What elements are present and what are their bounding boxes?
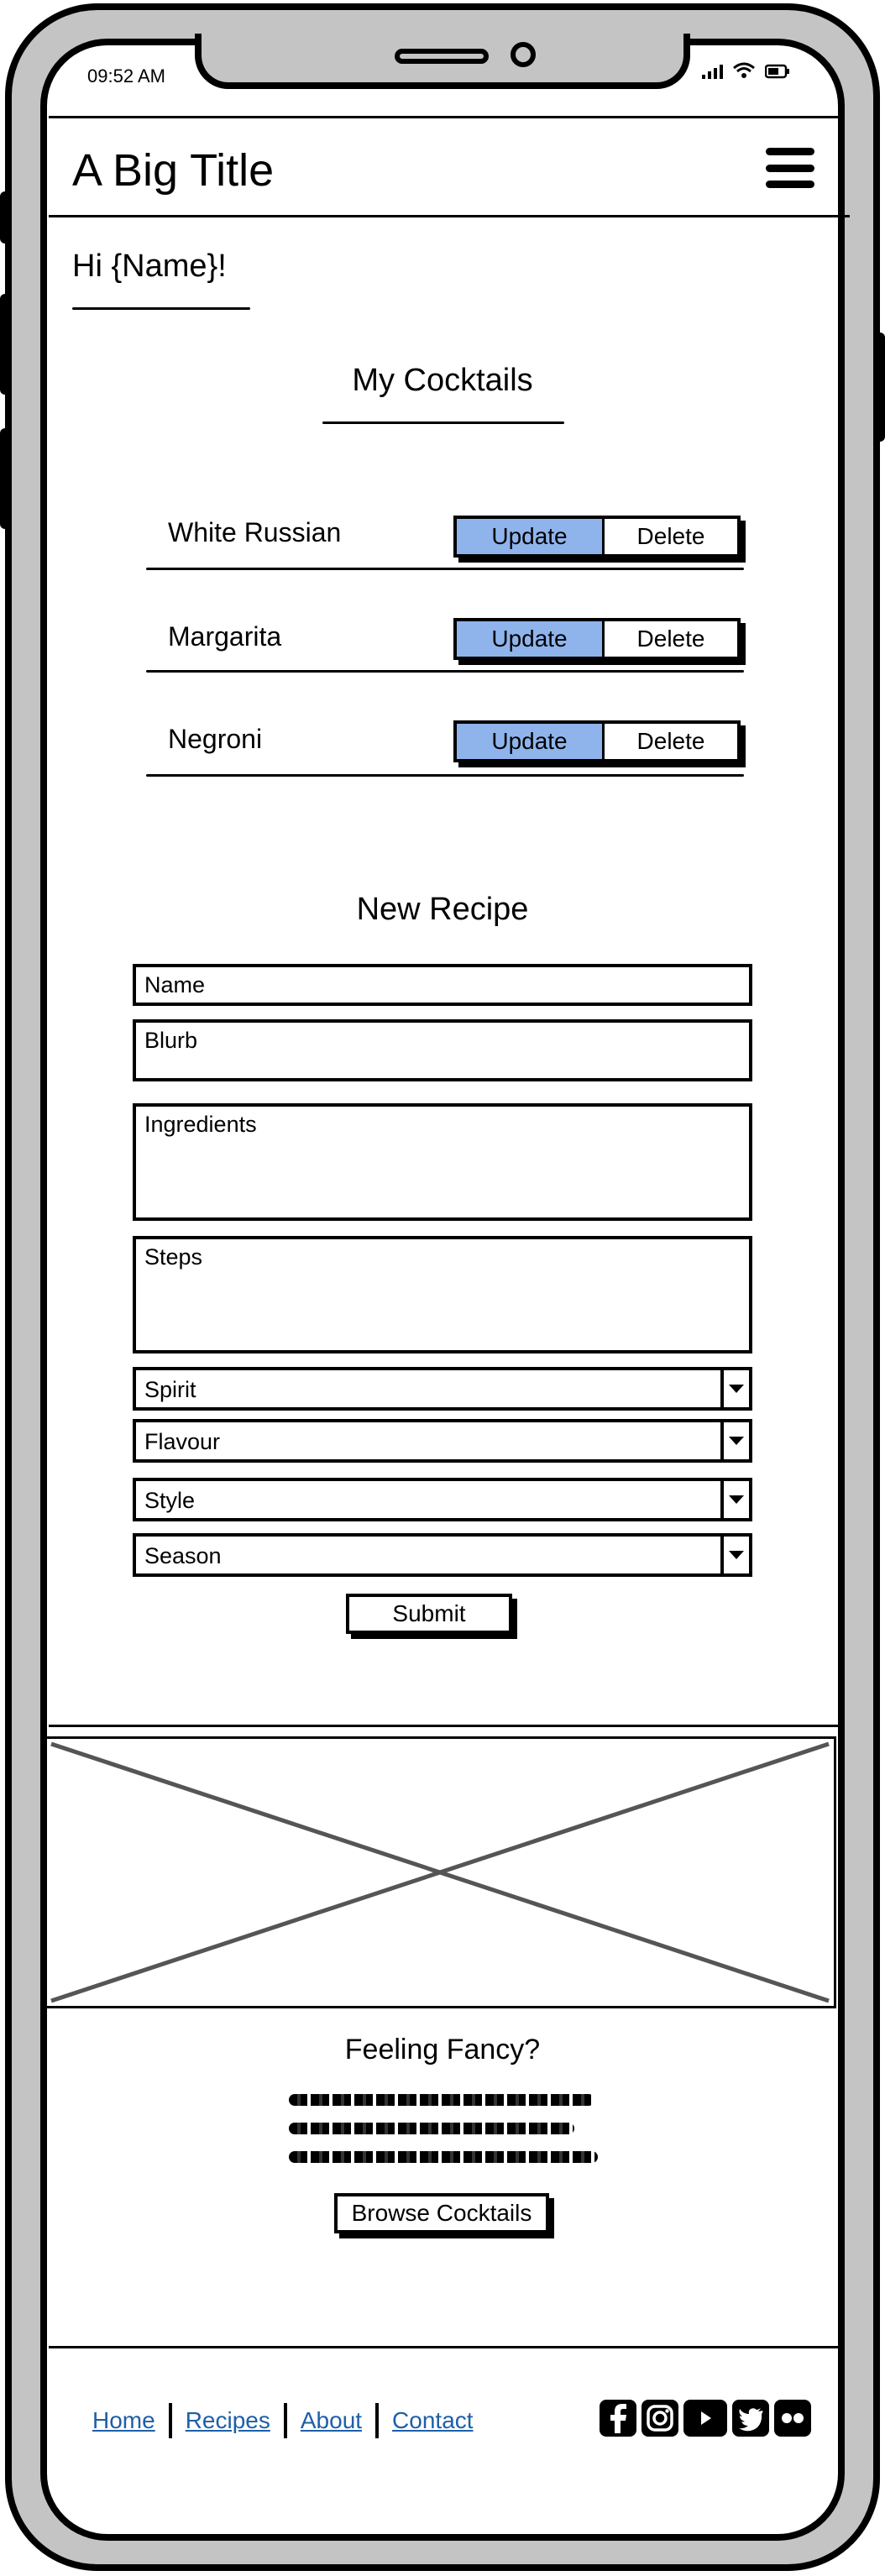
cocktail-name: Margarita bbox=[168, 621, 282, 652]
instagram-icon[interactable] bbox=[641, 2400, 678, 2437]
steps-textarea[interactable]: Steps bbox=[133, 1236, 752, 1353]
menu-icon[interactable] bbox=[766, 148, 814, 188]
facebook-icon[interactable] bbox=[600, 2400, 636, 2437]
battery-icon bbox=[765, 64, 789, 79]
style-select[interactable]: Style bbox=[133, 1478, 752, 1521]
side-button-volume-up bbox=[0, 191, 10, 243]
footer-separator bbox=[168, 2403, 172, 2438]
cocktail-actions: Update Delete bbox=[453, 516, 741, 558]
image-placeholder-cross bbox=[50, 1741, 830, 2003]
cocktail-name: Negroni bbox=[168, 724, 263, 754]
delete-button[interactable]: Delete bbox=[605, 621, 737, 657]
my-cocktails-heading: My Cocktails bbox=[352, 363, 533, 398]
row-divider bbox=[146, 568, 744, 570]
image-placeholder bbox=[44, 1736, 836, 2008]
footer-separator bbox=[375, 2403, 380, 2438]
update-button[interactable]: Update bbox=[457, 621, 605, 657]
flavour-select-value: Flavour bbox=[144, 1429, 221, 1454]
chevron-down-icon[interactable] bbox=[720, 1422, 749, 1459]
season-select-value: Season bbox=[144, 1543, 222, 1568]
browse-cocktails-button[interactable]: Browse Cocktails bbox=[334, 2193, 549, 2233]
placeholder-text-line bbox=[289, 2151, 598, 2163]
wifi-icon bbox=[733, 62, 755, 78]
header-top-border bbox=[49, 116, 838, 118]
season-select[interactable]: Season bbox=[133, 1533, 752, 1577]
new-recipe-heading: New Recipe bbox=[356, 892, 529, 927]
update-button[interactable]: Update bbox=[457, 519, 605, 554]
greeting-underline bbox=[72, 307, 250, 310]
greeting-text: Hi {Name}! bbox=[72, 249, 227, 284]
update-button[interactable]: Update bbox=[457, 724, 605, 759]
delete-button[interactable]: Delete bbox=[605, 724, 737, 759]
twitter-icon[interactable] bbox=[732, 2400, 769, 2437]
style-select-value: Style bbox=[144, 1488, 196, 1513]
footer-link-contact[interactable]: Contact bbox=[392, 2407, 474, 2434]
placeholder-text-line bbox=[289, 2094, 594, 2106]
phone-speaker bbox=[395, 49, 489, 64]
chevron-down-icon[interactable] bbox=[720, 1370, 749, 1407]
footer-link-about[interactable]: About bbox=[301, 2407, 362, 2434]
chevron-down-icon[interactable] bbox=[720, 1481, 749, 1518]
row-divider bbox=[146, 774, 744, 777]
flavour-select[interactable]: Flavour bbox=[133, 1419, 752, 1463]
flickr-icon[interactable] bbox=[774, 2400, 811, 2437]
chevron-down-icon[interactable] bbox=[720, 1537, 749, 1573]
footer-separator bbox=[283, 2403, 287, 2438]
placeholder-text-line bbox=[289, 2123, 574, 2134]
my-cocktails-underline bbox=[322, 421, 564, 424]
cocktail-name: White Russian bbox=[168, 517, 342, 547]
page-title: A Big Title bbox=[72, 145, 275, 196]
header-bottom-border bbox=[49, 215, 850, 217]
delete-button[interactable]: Delete bbox=[605, 519, 737, 554]
blurb-input[interactable]: Blurb bbox=[133, 1019, 752, 1081]
signal-icon bbox=[702, 62, 723, 79]
cocktail-actions: Update Delete bbox=[453, 720, 741, 762]
footer-top-border bbox=[49, 2346, 838, 2348]
submit-button[interactable]: Submit bbox=[346, 1594, 512, 1634]
row-divider bbox=[146, 670, 744, 673]
footer-link-home[interactable]: Home bbox=[92, 2407, 155, 2434]
youtube-icon[interactable] bbox=[683, 2400, 727, 2437]
side-button-mute bbox=[0, 428, 10, 529]
footer-link-recipes[interactable]: Recipes bbox=[186, 2407, 270, 2434]
cocktail-actions: Update Delete bbox=[453, 618, 741, 660]
social-links bbox=[600, 2400, 811, 2437]
phone-camera bbox=[511, 42, 536, 67]
footer-nav: Home Recipes About Contact bbox=[92, 2403, 474, 2438]
ingredients-textarea[interactable]: Ingredients bbox=[133, 1103, 752, 1221]
image-section-top-border bbox=[49, 1725, 838, 1727]
name-input[interactable]: Name bbox=[133, 964, 752, 1006]
spirit-select[interactable]: Spirit bbox=[133, 1367, 752, 1411]
status-time: 09:52 AM bbox=[87, 65, 165, 86]
status-icons bbox=[702, 62, 790, 79]
spirit-select-value: Spirit bbox=[144, 1377, 196, 1402]
feeling-fancy-heading: Feeling Fancy? bbox=[344, 2034, 541, 2066]
